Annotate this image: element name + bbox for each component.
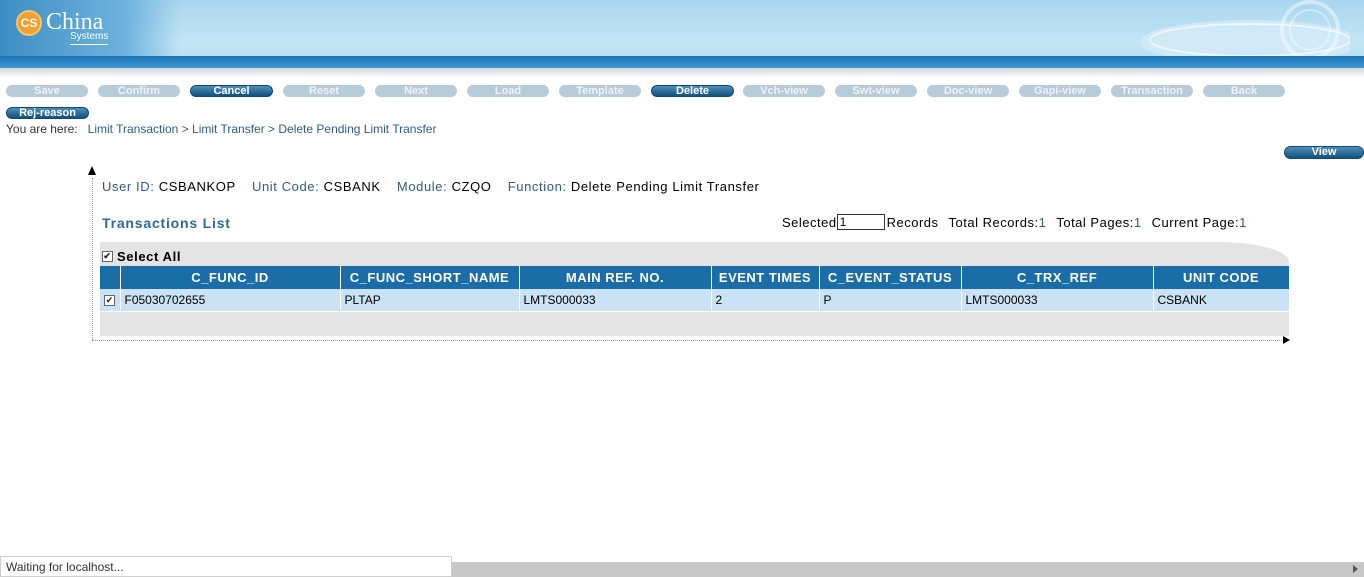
decorative-globe-icon [1140,0,1350,62]
header-banner: CS China Systems [0,0,1364,70]
column-header[interactable]: UNIT CODE [1153,266,1290,289]
transactions-list-title: Transactions List [102,215,231,231]
table-cell: 2 [711,289,820,312]
delete-button[interactable]: Delete [651,85,734,97]
china-systems-logo: CS China Systems [16,10,109,45]
total-pages-value: 1 [1133,214,1142,230]
unit-code-label: Unit Code: [251,179,320,194]
select-all-label: Select All [117,249,182,264]
pagination-info: Selected Records Total Records: 1 Total … [782,214,1247,230]
arrow-up-icon [88,166,96,175]
back-button[interactable]: Back [1203,85,1285,97]
column-header-select [100,266,121,289]
swt-view-button[interactable]: Swt-view [835,85,917,97]
view-button[interactable]: View [1284,146,1364,159]
row-checkbox[interactable]: ✔ [104,294,115,306]
browser-status-bar: Waiting for localhost... [0,556,452,577]
select-all[interactable]: ✔ Select All [102,249,181,264]
column-header[interactable]: C_EVENT_STATUS [819,266,962,289]
banner-bottom-bar [0,56,1364,68]
current-page-value: 1 [1239,214,1247,230]
load-button[interactable]: Load [467,85,549,97]
frame-left-border [92,178,93,340]
reset-button[interactable]: Reset [283,85,365,97]
next-button[interactable]: Next [375,85,457,97]
scroll-right-arrow-icon[interactable] [1353,565,1358,573]
breadcrumb: You are here: Limit Transaction > Limit … [6,122,436,136]
user-id-value: CSBANKOP [158,179,236,194]
table-row[interactable]: ✔ F05030702655 PLTAP LMTS000033 2 P LMTS… [100,289,1290,312]
total-records-value: 1 [1038,214,1047,230]
function-label: Function: [507,179,567,194]
column-header[interactable]: C_FUNC_ID [120,266,341,289]
template-button[interactable]: Template [559,85,641,97]
function-value: Delete Pending Limit Transfer [570,179,760,194]
selected-input[interactable] [836,214,885,230]
current-page-label: Current Page: [1151,214,1240,230]
column-header[interactable]: C_FUNC_SHORT_NAME [340,266,520,289]
column-header[interactable]: EVENT TIMES [711,266,820,289]
table-cell: CSBANK [1153,289,1290,312]
table-header-row: C_FUNC_ID C_FUNC_SHORT_NAME MAIN REF. NO… [100,266,1290,289]
table-cell: PLTAP [340,289,520,312]
total-records-label: Total Records: [948,214,1039,230]
table-cell: LMTS000033 [519,289,712,312]
vch-view-button[interactable]: Vch-view [743,85,825,97]
banner-shadow [0,68,1364,78]
save-button[interactable]: Save [6,85,88,97]
breadcrumb-prefix: You are here: [6,122,78,136]
module-label: Module: [396,179,448,194]
logo-subtitle: Systems [70,32,109,45]
table-cell: F05030702655 [120,289,341,312]
column-header[interactable]: C_TRX_REF [961,266,1154,289]
horizontal-scrollbar[interactable] [452,562,1364,577]
selected-label: Selected [782,214,837,230]
doc-view-button[interactable]: Doc-view [927,85,1009,97]
records-label: Records [886,214,939,230]
arrow-right-icon [1283,336,1290,344]
breadcrumb-path: Limit Transaction > Limit Transfer > Del… [87,122,437,136]
cancel-button[interactable]: Cancel [190,85,273,97]
column-header[interactable]: MAIN REF. NO. [519,266,712,289]
gapi-view-button[interactable]: Gapi-view [1019,85,1101,97]
unit-code-value: CSBANK [323,179,381,194]
row-checkbox-cell[interactable]: ✔ [100,289,121,312]
rej-reason-button[interactable]: Rej-reason [6,107,89,119]
table-cell: LMTS000033 [961,289,1154,312]
frame-bottom-border [92,340,1284,341]
user-id-label: User ID: [102,179,155,194]
user-info-line: User ID: CSBANKOP Unit Code: CSBANK Modu… [102,179,771,194]
confirm-button[interactable]: Confirm [98,85,180,97]
transactions-table: C_FUNC_ID C_FUNC_SHORT_NAME MAIN REF. NO… [100,266,1290,312]
module-value: CZQO [451,179,492,194]
table-cell: P [819,289,962,312]
select-all-checkbox[interactable]: ✔ [102,251,113,262]
logo-mark: CS [16,10,42,36]
total-pages-label: Total Pages: [1056,214,1134,230]
transaction-button[interactable]: Transaction [1111,85,1193,97]
